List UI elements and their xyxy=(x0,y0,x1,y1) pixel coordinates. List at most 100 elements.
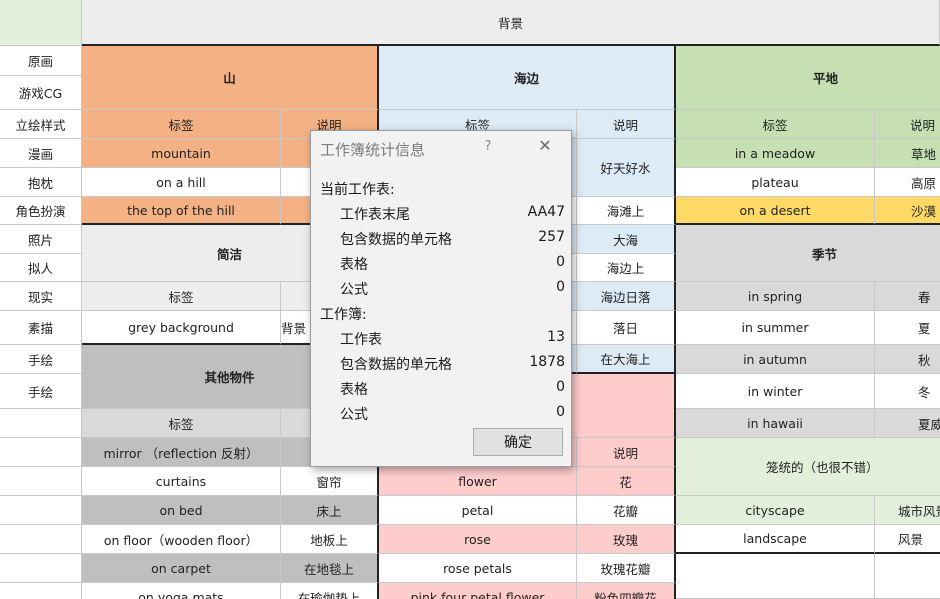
wb-formulas-label: 公式 xyxy=(340,407,368,423)
empty-cell[interactable] xyxy=(0,583,82,599)
flower-tag-cell[interactable]: rose xyxy=(379,525,577,554)
city-desc-cell[interactable]: 城市风景 xyxy=(875,496,940,525)
other-tag-cell[interactable]: mirror （reflection 反射） xyxy=(82,438,281,467)
tables-label: 表格 xyxy=(340,257,368,273)
empty-cell[interactable] xyxy=(0,438,82,467)
style-cell[interactable]: 照片 xyxy=(0,225,82,254)
background-header[interactable]: 背景 xyxy=(82,0,940,46)
empty-cell[interactable] xyxy=(875,554,940,599)
seaside-desc-cell[interactable]: 海边日落 xyxy=(577,282,676,311)
other-tag-cell[interactable]: on bed xyxy=(82,496,281,525)
plain-tag-header[interactable]: 标签 xyxy=(676,110,875,139)
plain-tag-cell[interactable]: in a meadow xyxy=(676,139,875,168)
wb-sheets-label: 工作表 xyxy=(340,332,382,348)
style-cell[interactable]: 拟人 xyxy=(0,254,82,282)
mountain-tag-header[interactable]: 标签 xyxy=(82,110,281,139)
simple-tag-cell[interactable]: grey background xyxy=(82,311,281,345)
style-cell[interactable]: 立绘样式 xyxy=(0,110,82,139)
seaside-desc-cell[interactable]: 好天好水 xyxy=(577,139,676,197)
seaside-desc-cell[interactable]: 在大海上 xyxy=(577,345,676,374)
city-tag-cell[interactable]: landscape xyxy=(676,525,875,554)
flower-desc-cell[interactable]: 玫瑰花瓣 xyxy=(577,554,676,583)
season-desc-cell[interactable]: 冬 xyxy=(875,374,940,409)
season-tag-cell[interactable]: in autumn xyxy=(676,345,875,374)
style-cell[interactable]: 漫画 xyxy=(0,139,82,168)
flower-desc-cell[interactable]: 花 xyxy=(577,467,676,496)
ok-button[interactable]: 确定 xyxy=(473,428,563,456)
mountain-tag-cell[interactable]: on a hill xyxy=(82,168,281,197)
empty-cell[interactable] xyxy=(0,525,82,554)
empty-cell[interactable] xyxy=(0,554,82,583)
plain-desc-cell[interactable]: 沙漠 xyxy=(875,197,940,225)
mountain-tag-cell[interactable]: mountain xyxy=(82,139,281,168)
seaside-desc-cell[interactable]: 落日 xyxy=(577,311,676,345)
style-cell[interactable]: 抱枕 xyxy=(0,168,82,197)
city-desc-cell[interactable]: 风景 xyxy=(875,525,940,554)
season-desc-cell[interactable]: 春 xyxy=(875,282,940,311)
plain-title[interactable]: 平地 xyxy=(676,46,940,110)
other-desc-cell[interactable]: 床上 xyxy=(281,496,379,525)
flower-tag-cell[interactable]: rose petals xyxy=(379,554,577,583)
flower-desc-cell[interactable]: 花瓣 xyxy=(577,496,676,525)
plain-tag-cell[interactable]: plateau xyxy=(676,168,875,197)
wb-sheets-value: 13 xyxy=(547,329,565,345)
dialog-title: 工作簿统计信息 xyxy=(320,141,426,159)
seaside-desc-cell[interactable]: 大海 xyxy=(577,225,676,254)
style-cell[interactable]: 游戏CG xyxy=(0,76,82,110)
wb-formulas-value: 0 xyxy=(556,404,565,420)
other-tag-header[interactable]: 标签 xyxy=(82,409,281,438)
season-desc-cell[interactable]: 夏 xyxy=(875,311,940,345)
flower-tag-cell[interactable]: flower xyxy=(379,467,577,496)
mountain-tag-cell[interactable]: the top of the hill xyxy=(82,197,281,225)
flower-desc-cell[interactable]: 粉色四瓣花 xyxy=(577,583,676,599)
empty-cell[interactable] xyxy=(0,467,82,496)
city-tag-cell[interactable]: cityscape xyxy=(676,496,875,525)
wb-cells-label: 包含数据的单元格 xyxy=(340,357,452,373)
season-desc-cell[interactable]: 秋 xyxy=(875,345,940,374)
seaside-desc-cell[interactable]: 海滩上 xyxy=(577,197,676,225)
style-cell[interactable]: 现实 xyxy=(0,282,82,311)
mountain-title[interactable]: 山 xyxy=(82,46,379,110)
other-tag-cell[interactable]: on floor（wooden floor） xyxy=(82,525,281,554)
empty-cell[interactable] xyxy=(0,496,82,525)
other-desc-cell[interactable]: 在瑜伽垫上 xyxy=(281,583,379,599)
other-desc-cell[interactable]: 在地毯上 xyxy=(281,554,379,583)
flower-tag-cell[interactable]: petal xyxy=(379,496,577,525)
seaside-desc-cell[interactable]: 海边上 xyxy=(577,254,676,282)
help-icon[interactable]: ? xyxy=(481,139,495,154)
workbook-statistics-dialog: 工作簿统计信息 ? ✕ 当前工作表: 工作表末尾 AA47 包含数据的单元格 257… xyxy=(310,130,572,467)
seaside-desc-header[interactable]: 说明 xyxy=(577,110,676,139)
corner-cell[interactable] xyxy=(0,0,82,46)
season-tag-cell[interactable]: in hawaii xyxy=(676,409,875,438)
style-cell[interactable]: 手绘 xyxy=(0,345,82,374)
flower-tag-cell[interactable]: pink four petal flower xyxy=(379,583,577,599)
plain-desc-cell[interactable]: 高原 xyxy=(875,168,940,197)
formulas-value: 0 xyxy=(556,279,565,295)
other-tag-cell[interactable]: curtains xyxy=(82,467,281,496)
season-tag-cell[interactable]: in spring xyxy=(676,282,875,311)
season-desc-cell[interactable]: 夏威夷 xyxy=(875,409,940,438)
plain-desc-cell[interactable]: 草地 xyxy=(875,139,940,168)
season-title[interactable]: 季节 xyxy=(676,225,940,282)
city-title[interactable]: 笼统的（也很不错） xyxy=(676,438,940,496)
seaside-title[interactable]: 海边 xyxy=(379,46,676,110)
other-desc-cell[interactable]: 窗帘 xyxy=(281,467,379,496)
plain-desc-header[interactable]: 说明 xyxy=(875,110,940,139)
close-icon[interactable]: ✕ xyxy=(535,136,555,156)
style-cell[interactable]: 原画 xyxy=(0,46,82,76)
empty-cell[interactable] xyxy=(0,409,82,438)
season-tag-cell[interactable]: in summer xyxy=(676,311,875,345)
season-tag-cell[interactable]: in winter xyxy=(676,374,875,409)
flower-desc-header[interactable]: 说明 xyxy=(577,438,676,467)
wb-cells-value: 1878 xyxy=(529,354,565,370)
other-tag-cell[interactable]: on carpet xyxy=(82,554,281,583)
style-cell[interactable]: 素描 xyxy=(0,311,82,345)
other-tag-cell[interactable]: on yoga mats xyxy=(82,583,281,599)
empty-cell[interactable] xyxy=(676,554,875,599)
plain-tag-cell[interactable]: on a desert xyxy=(676,197,875,225)
other-desc-cell[interactable]: 地板上 xyxy=(281,525,379,554)
flower-desc-cell[interactable]: 玫瑰 xyxy=(577,525,676,554)
simple-tag-header[interactable]: 标签 xyxy=(82,282,281,311)
style-cell[interactable]: 手绘 xyxy=(0,374,82,409)
style-cell[interactable]: 角色扮演 xyxy=(0,197,82,225)
